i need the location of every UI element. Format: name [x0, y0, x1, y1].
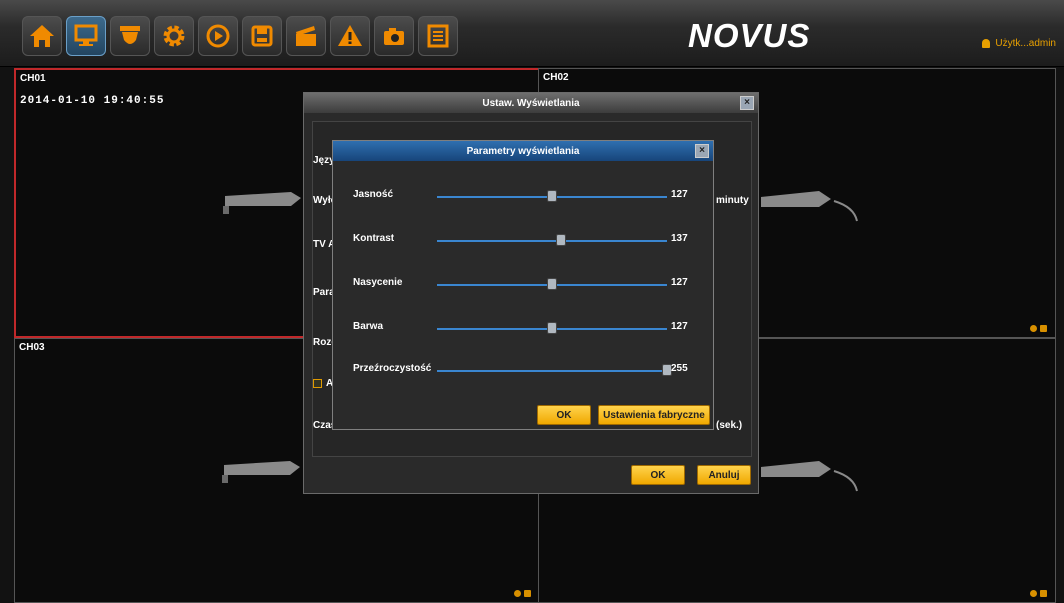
close-icon[interactable]: × — [740, 96, 754, 110]
display-parameters-dialog: Parametry wyświetlania × Jasność 127 Kon… — [332, 140, 714, 430]
camera-icon — [120, 26, 140, 44]
transparency-slider[interactable]: Przeźroczystość 255 — [353, 363, 705, 379]
settings-button[interactable] — [154, 16, 194, 56]
channel-label: CH03 — [19, 342, 45, 353]
channel-label: CH01 — [20, 73, 46, 84]
record-status-icon — [524, 590, 531, 597]
slider-value: 255 — [671, 363, 688, 374]
factory-defaults-button[interactable]: Ustawienia fabryczne — [598, 405, 710, 425]
slider-value: 127 — [671, 189, 688, 200]
ok-button[interactable]: OK — [537, 405, 591, 425]
user-icon — [982, 39, 991, 48]
backup-button[interactable] — [242, 16, 282, 56]
save-icon — [251, 25, 273, 47]
channel-label: CH02 — [543, 72, 569, 83]
camera-icon — [223, 192, 301, 214]
info-button[interactable] — [418, 16, 458, 56]
dialog-title: Parametry wyświetlania — [466, 145, 580, 157]
contrast-slider[interactable]: Kontrast 137 — [353, 233, 705, 249]
gear-icon — [163, 25, 185, 47]
brightness-slider[interactable]: Jasność 127 — [353, 189, 705, 205]
home-button[interactable] — [22, 16, 62, 56]
slider-label: Przeźroczystość — [353, 363, 432, 374]
clapper-icon — [296, 26, 316, 46]
channel-status-icons — [1030, 590, 1047, 597]
slider-label: Kontrast — [353, 233, 395, 244]
home-icon — [30, 25, 54, 47]
record-status-icon — [1040, 590, 1047, 597]
camera-icon — [222, 461, 300, 483]
ok-button[interactable]: OK — [631, 465, 685, 485]
slider-track[interactable] — [437, 190, 667, 202]
alarm-button[interactable] — [330, 16, 370, 56]
cancel-button[interactable]: Anuluj — [697, 465, 751, 485]
channel-status-icons — [1030, 325, 1047, 332]
display-button[interactable] — [66, 16, 106, 56]
camera-icon — [761, 191, 858, 222]
seconds-suffix: (sek.) — [716, 420, 743, 431]
user-label: Użytk...admin — [995, 38, 1056, 49]
slider-value: 137 — [671, 233, 688, 244]
zoom-icon[interactable] — [1030, 590, 1037, 597]
user-indicator[interactable]: Użytk...admin — [982, 38, 1056, 49]
channel-timestamp: 2014-01-10 19:40:55 — [20, 95, 165, 107]
slider-track[interactable] — [437, 234, 667, 246]
slider-track[interactable] — [437, 278, 667, 290]
snapshot-button[interactable] — [374, 16, 414, 56]
novus-logo: NOVUS — [688, 17, 811, 54]
slider-value: 127 — [671, 277, 688, 288]
minutes-suffix: minuty — [716, 195, 749, 206]
ptz-button[interactable] — [110, 16, 150, 56]
playback-icon — [206, 24, 230, 48]
slider-track[interactable] — [437, 322, 667, 334]
slider-value: 127 — [671, 321, 688, 332]
alarm-icon — [338, 25, 362, 46]
slider-track[interactable] — [437, 364, 672, 376]
slider-label: Barwa — [353, 321, 384, 332]
slider-label: Nasycenie — [353, 277, 403, 288]
monitor-icon — [74, 24, 98, 46]
saturation-slider[interactable]: Nasycenie 127 — [353, 277, 705, 293]
slider-thumb[interactable] — [546, 278, 557, 290]
close-icon[interactable]: × — [695, 144, 709, 158]
slider-thumb[interactable] — [546, 322, 557, 334]
record-button[interactable] — [286, 16, 326, 56]
top-toolbar: NOVUS Użytk...admin — [0, 0, 1064, 67]
slider-label: Jasność — [353, 189, 394, 200]
slider-thumb[interactable] — [555, 234, 566, 246]
dialog-title-bar: Parametry wyświetlania × — [333, 141, 713, 161]
list-icon — [427, 24, 449, 48]
zoom-icon[interactable] — [1030, 325, 1037, 332]
dialog-title: Ustaw. Wyświetlania — [482, 97, 580, 109]
auto-checkbox[interactable] — [313, 379, 322, 388]
hue-slider[interactable]: Barwa 127 — [353, 321, 705, 337]
channel-status-icons — [514, 590, 531, 597]
playback-button[interactable] — [198, 16, 238, 56]
dialog-title-bar: Ustaw. Wyświetlania × — [304, 93, 758, 113]
camera-icon — [761, 461, 858, 492]
zoom-icon[interactable] — [514, 590, 521, 597]
record-status-icon — [1040, 325, 1047, 332]
slider-thumb[interactable] — [546, 190, 557, 202]
snapshot-icon — [384, 28, 404, 45]
